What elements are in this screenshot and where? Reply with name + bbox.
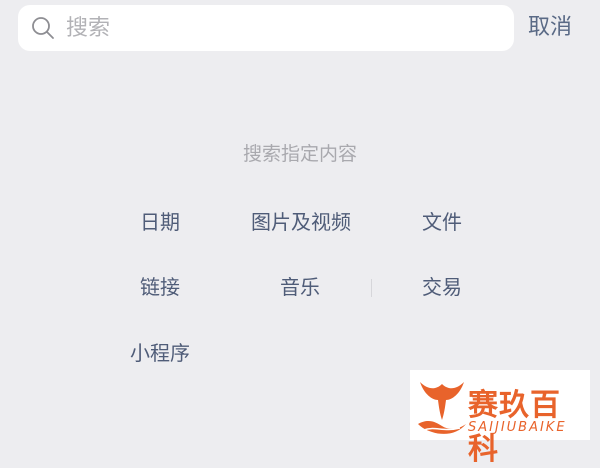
- search-option-link[interactable]: 链接: [118, 271, 202, 300]
- whale-tail-logo-icon: [418, 382, 466, 434]
- search-option-date[interactable]: 日期: [118, 206, 202, 235]
- divider: [371, 279, 372, 297]
- search-option-file[interactable]: 文件: [400, 206, 484, 235]
- search-icon: [30, 15, 56, 41]
- search-option-media[interactable]: 图片及视频: [230, 206, 372, 235]
- search-option-mini-program[interactable]: 小程序: [112, 337, 208, 366]
- search-bar[interactable]: [18, 5, 514, 51]
- watermark-subtitle: SAIJIUBAIKE: [468, 420, 567, 435]
- cancel-button[interactable]: 取消: [528, 12, 572, 44]
- search-input[interactable]: [66, 8, 486, 48]
- watermark: 赛玖百科 SAIJIUBAIKE: [410, 370, 590, 467]
- search-option-trade[interactable]: 交易: [400, 271, 484, 300]
- section-title: 搜索指定内容: [242, 143, 357, 165]
- search-option-music[interactable]: 音乐: [258, 271, 342, 300]
